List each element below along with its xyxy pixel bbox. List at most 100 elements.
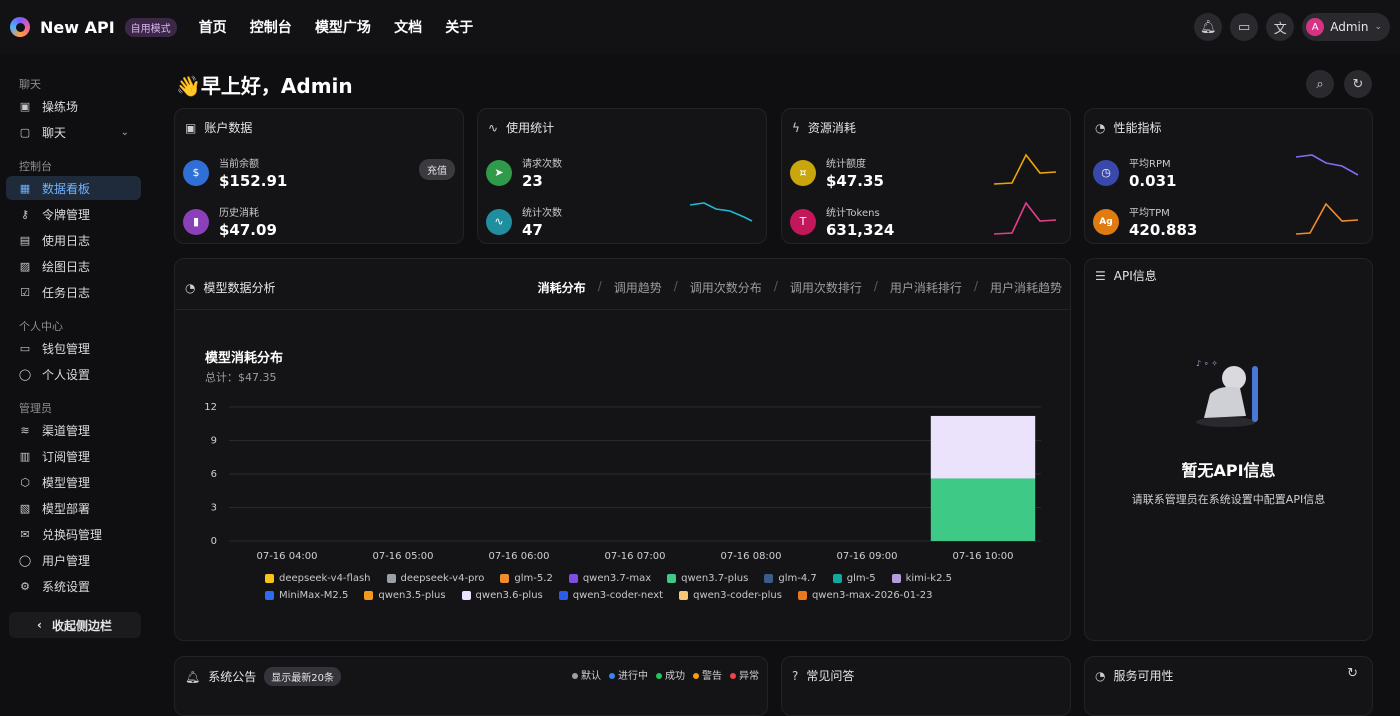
nav-docs[interactable]: 文档 (394, 20, 422, 36)
legend-swatch (797, 591, 807, 600)
legend-swatch (265, 574, 274, 583)
usage-card: ∿ 使用统计 ➤ 请求次数 23 ∿ 统计次数 47 (477, 108, 767, 244)
legend-label: qwen3.5-plus (378, 590, 446, 601)
card-title: ϟ 资源消耗 (792, 119, 856, 136)
sidebar-item-layers[interactable]: ≋ 渠道管理 (6, 418, 141, 442)
legend-item[interactable]: qwen3.7-max (568, 573, 652, 584)
nav-about[interactable]: 关于 (445, 20, 473, 36)
sidebar: 聊天 ▣ 操练场 ▢ 聊天 ⌄ 控制台 ▦ 数据看板 ⚷ 令牌管理 ▤ 使用日志 ▨ 绘图日志 ☑ 任务日志 个人… (0, 54, 150, 699)
search-icon[interactable]: ⌕ (1306, 70, 1334, 98)
layers-icon: ≋ (20, 423, 30, 437)
api-empty-description: 请联系管理员在系统设置中配置API信息 (1131, 493, 1326, 506)
sidebar-item-task[interactable]: ☑ 任务日志 (6, 280, 141, 304)
legend-item[interactable]: glm-5.2 (500, 573, 553, 584)
server-icon: ☰ (1095, 268, 1106, 283)
sidebar-section-title: 聊天 (19, 78, 41, 91)
subscription-icon: ▥ (19, 449, 31, 463)
status-legend-item: 警告 (693, 667, 722, 682)
quota-label: 统计额度 (826, 159, 866, 170)
uptime-title: 服务可用性 (1113, 669, 1174, 683)
sidebar-item-label: 兑换码管理 (42, 527, 103, 542)
legend-label: qwen3.7-max (582, 573, 652, 584)
legend-label: deepseek-v4-flash (279, 573, 371, 584)
tab-4[interactable]: 用户消耗排行 (890, 279, 962, 296)
recharge-button[interactable]: 充值 (419, 159, 455, 180)
tab-2[interactable]: 调用次数分布 (690, 279, 762, 296)
sidebar-section-title: 个人中心 (19, 320, 63, 333)
legend-item[interactable]: MiniMax-M2.5 (265, 590, 348, 601)
legend-item[interactable]: kimi-k2.5 (891, 573, 952, 584)
sidebar-item-label: 操练场 (42, 99, 79, 114)
sidebar-item-user[interactable]: ◯ 个人设置 (6, 362, 141, 386)
legend-item[interactable]: qwen3-coder-next (558, 590, 663, 601)
card-title: ☰ API信息 (1095, 267, 1157, 284)
sidebar-item-calendar[interactable]: ▤ 使用日志 (6, 228, 141, 252)
tab-5[interactable]: 用户消耗趋势 (990, 279, 1062, 296)
bell-icon[interactable]: 🔔︎ (1194, 13, 1223, 41)
bar-segment[interactable] (930, 415, 1036, 479)
brand-name[interactable]: New API (40, 18, 115, 37)
sidebar-item-gift[interactable]: ✉ 兑换码管理 (6, 522, 141, 546)
sidebar-item-label: 使用日志 (42, 233, 91, 248)
refresh-icon[interactable]: ↻ (1344, 70, 1372, 98)
status-label: 进行中 (618, 671, 648, 682)
refresh-icon[interactable]: ↻ (1347, 666, 1358, 681)
legend-item[interactable]: glm-5 (832, 573, 876, 584)
sidebar-item-image[interactable]: ▨ 绘图日志 (6, 254, 141, 278)
tab-1[interactable]: 调用趋势 (614, 279, 662, 296)
sidebar-item-dashboard[interactable]: ▦ 数据看板 (6, 176, 141, 200)
tpm-sparkline (1296, 202, 1359, 235)
user-icon: ◯ (18, 367, 32, 381)
pie-chart-icon: ◔ (185, 280, 196, 295)
sidebar-item-settings[interactable]: ⚙ 系统设置 (6, 574, 141, 598)
nav-models[interactable]: 模型广场 (315, 20, 371, 36)
sidebar-item-label: 聊天 (42, 125, 67, 140)
nav-console[interactable]: 控制台 (250, 20, 292, 36)
status-legend-item: 异常 (730, 667, 759, 682)
sidebar-item-box[interactable]: ⬡ 模型管理 (6, 470, 141, 494)
bar-segment[interactable] (930, 478, 1036, 541)
dashboard-icon: ▦ (19, 181, 31, 195)
sidebar-item-key[interactable]: ⚷ 令牌管理 (6, 202, 141, 226)
top-nav: 首页 控制台 模型广场 文档 关于 (199, 17, 493, 37)
legend-item[interactable]: qwen3-coder-plus (679, 590, 782, 601)
help-icon: ? (792, 668, 799, 683)
legend-item[interactable]: glm-4.7 (764, 573, 817, 584)
user-menu[interactable]: A Admin ⌄ (1302, 13, 1390, 41)
tab-3[interactable]: 调用次数排行 (790, 279, 862, 296)
api-empty-title: 暂无API信息 (1181, 461, 1276, 480)
sidebar-item-users[interactable]: ◯ 用户管理 (6, 548, 141, 572)
monitor-icon[interactable]: ▭ (1230, 13, 1259, 41)
users-icon: ◯ (18, 553, 32, 567)
tab-separator: / (673, 279, 678, 293)
legend-item[interactable]: deepseek-v4-pro (386, 573, 484, 584)
avatar: A (1306, 18, 1325, 36)
legend-item[interactable]: qwen3-max-2026-01-23 (797, 590, 932, 601)
sidebar-item-wallet[interactable]: ▭ 钱包管理 (6, 336, 141, 360)
legend-item[interactable]: qwen3.5-plus (364, 590, 446, 601)
sidebar-item-label: 任务日志 (42, 285, 91, 300)
sidebar-item-deploy[interactable]: ▧ 模型部署 (6, 496, 141, 520)
text-icon: T (790, 208, 816, 235)
nav-home[interactable]: 首页 (199, 20, 227, 36)
usage-title: 使用统计 (506, 121, 555, 135)
legend-item[interactable]: qwen3.7-plus (667, 573, 748, 584)
sidebar-item-label: 系统设置 (42, 579, 91, 594)
task-icon: ☑ (20, 285, 30, 299)
sidebar-item-label: 令牌管理 (42, 207, 91, 222)
card-title: ◔ 服务可用性 (1095, 667, 1174, 684)
legend-item[interactable]: deepseek-v4-flash (265, 573, 371, 584)
x-tick-label: 07-16 05:00 (372, 551, 433, 562)
collapse-sidebar-button[interactable]: ‹ 收起侧边栏 (9, 612, 141, 638)
tokens-sparkline (994, 201, 1057, 235)
legend-item[interactable]: qwen3.6-plus (461, 590, 543, 601)
quota-stat: ¤ 统计额度 $47.35 (790, 155, 884, 190)
quota-sparkline (994, 153, 1057, 185)
sidebar-item-chat[interactable]: ▢ 聊天 ⌄ (6, 120, 141, 144)
sidebar-item-playground[interactable]: ▣ 操练场 (6, 94, 141, 118)
tab-0[interactable]: 消耗分布 (538, 279, 586, 296)
translate-icon[interactable]: 文 (1266, 13, 1295, 41)
sidebar-item-subscription[interactable]: ▥ 订阅管理 (6, 444, 141, 468)
analysis-title: 模型数据分析 (203, 281, 276, 295)
logo-icon[interactable] (10, 17, 30, 37)
